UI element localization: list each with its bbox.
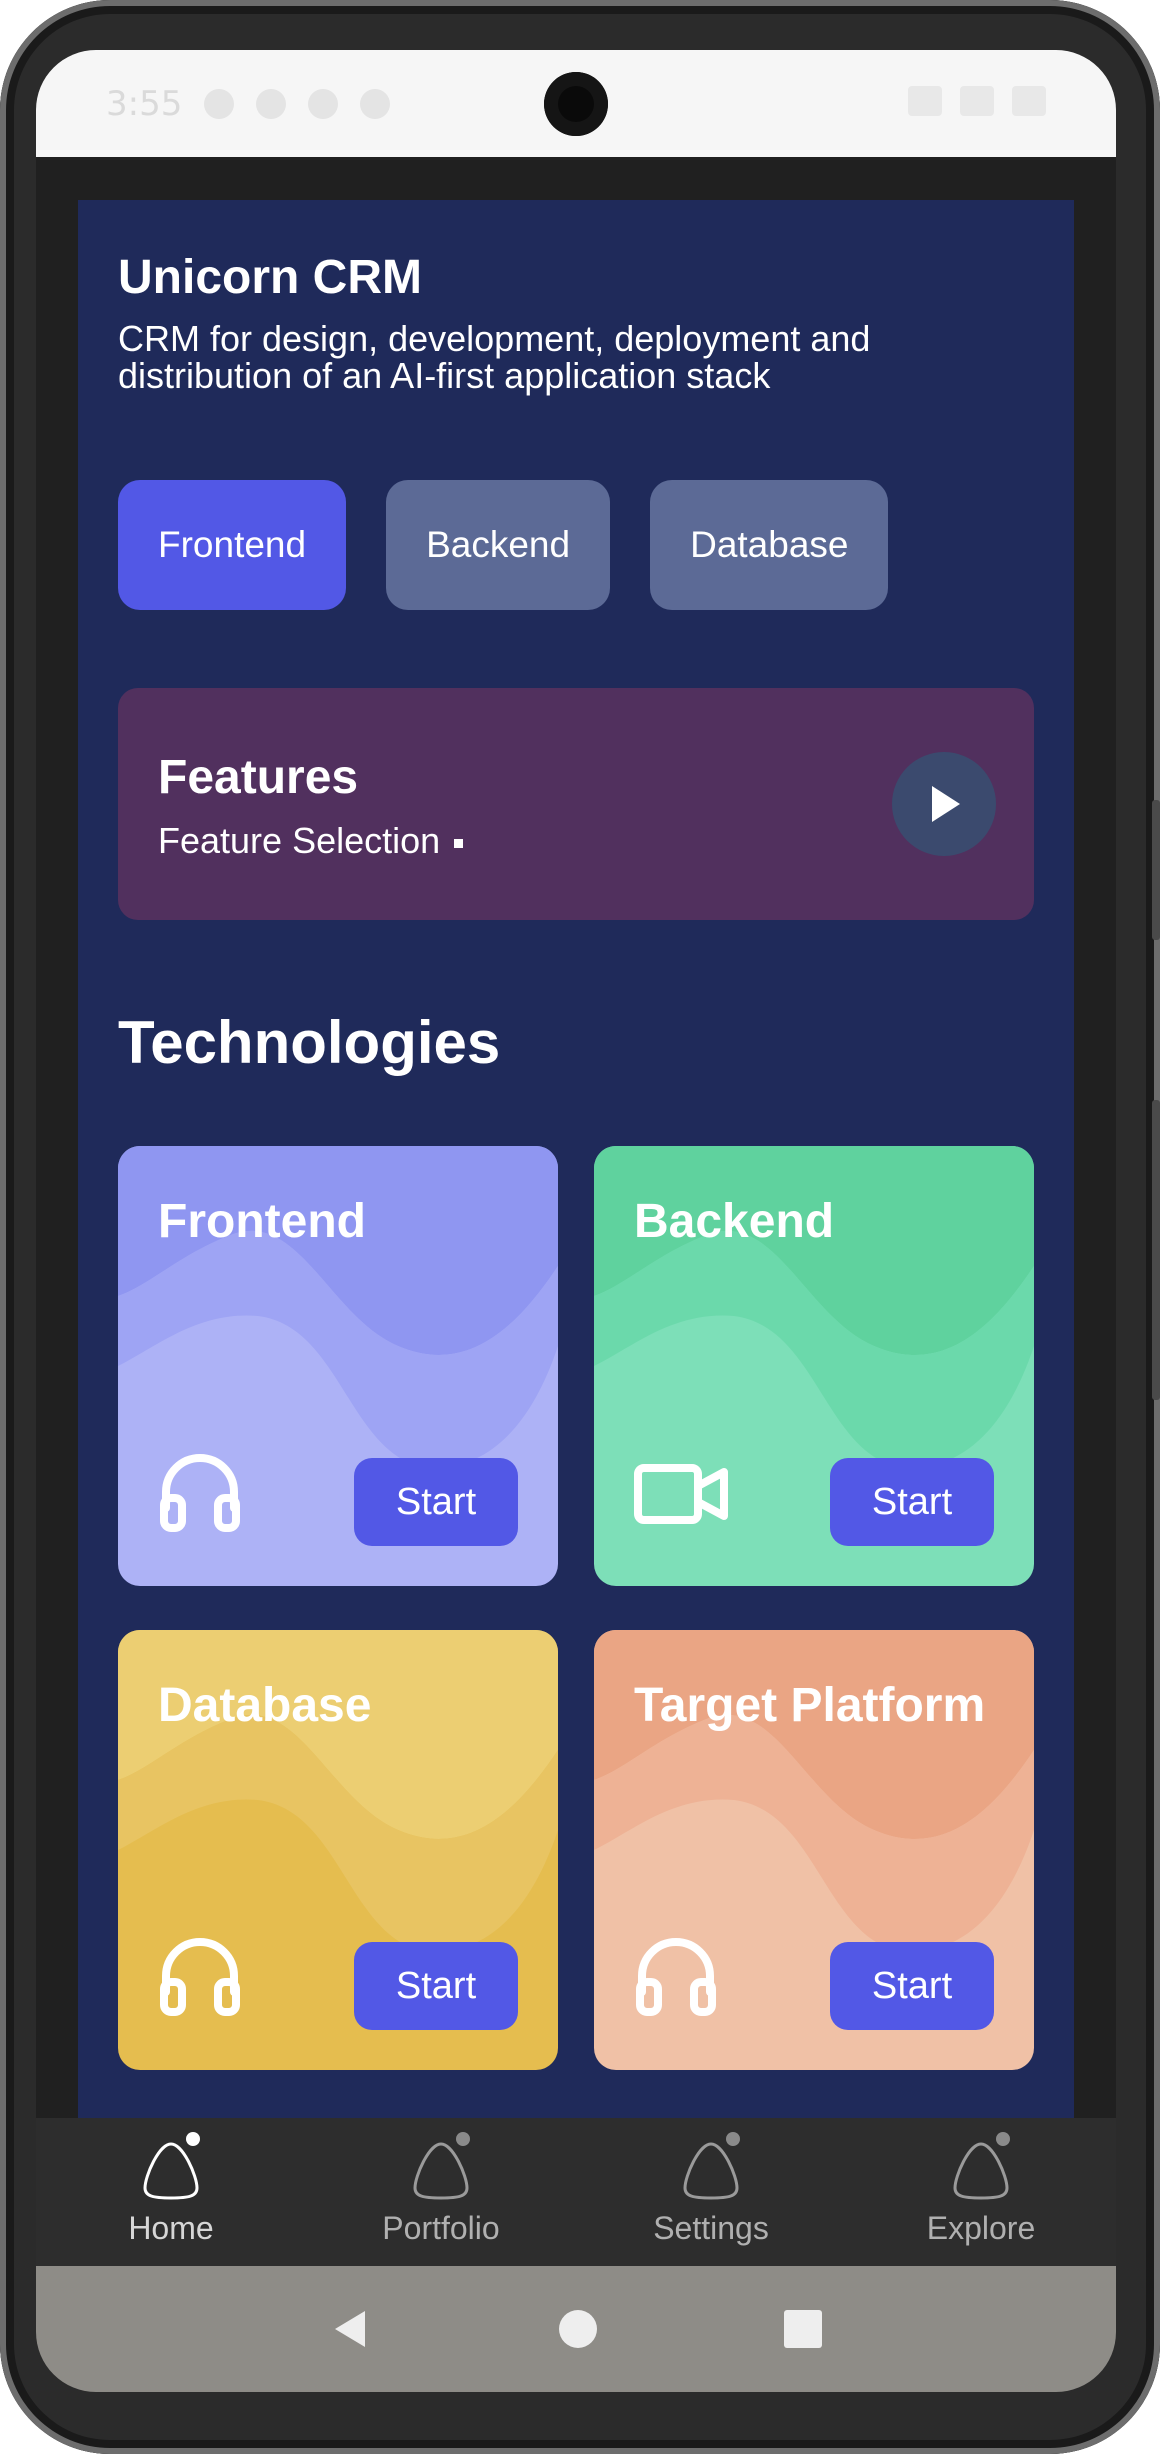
tab-backend[interactable]: Backend: [386, 480, 611, 610]
nav-item-portfolio[interactable]: Portfolio: [306, 2118, 576, 2266]
app-title: Unicorn CRM: [118, 251, 422, 304]
chat-icon: [204, 88, 235, 119]
category-tabs: Frontend Backend Database: [118, 480, 889, 610]
tech-card-frontend[interactable]: Frontend Start: [118, 1146, 558, 1586]
nav-indicator-dot: [996, 2132, 1010, 2146]
nav-label: Explore: [926, 2210, 1036, 2246]
notification-icons: [204, 88, 391, 119]
power-button: [1152, 1100, 1160, 1400]
home-circle-icon[interactable]: [558, 2309, 598, 2349]
status-time: 3:55: [106, 83, 183, 124]
system-navigation-bar: [36, 2266, 1116, 2392]
bottom-navigation: Home Portfolio Settings Explore: [36, 2118, 1116, 2266]
nav-indicator-dot: [456, 2132, 470, 2146]
recents-icon[interactable]: [783, 2309, 823, 2349]
video-camera-icon: [634, 1464, 728, 1524]
volume-button: [1152, 800, 1160, 940]
start-button[interactable]: Start: [354, 1942, 518, 2030]
headphones-icon: [160, 1454, 240, 1532]
portfolio-icon: [413, 2142, 469, 2200]
status-bar: 3:55: [36, 50, 1116, 157]
tech-card-backend[interactable]: Backend Start: [594, 1146, 1034, 1586]
nav-label: Portfolio: [382, 2210, 500, 2246]
nav-item-settings[interactable]: Settings: [576, 2118, 846, 2266]
nav-indicator-dot: [186, 2132, 200, 2146]
nav-label: Home: [128, 2210, 214, 2246]
back-icon[interactable]: [329, 2307, 373, 2351]
features-title: Features: [158, 751, 359, 804]
start-button[interactable]: Start: [354, 1458, 518, 1546]
app-subtitle: CRM for design, development, deployment …: [118, 318, 871, 396]
start-button[interactable]: Start: [830, 1942, 994, 2030]
play-icon: [932, 786, 960, 822]
explore-icon: [953, 2142, 1009, 2200]
headphones-icon: [636, 1938, 716, 2016]
start-button[interactable]: Start: [830, 1458, 994, 1546]
home-icon: [143, 2142, 199, 2200]
battery-icon: [1012, 86, 1046, 116]
card-title: Database: [158, 1679, 372, 1732]
card-title: Backend: [634, 1195, 835, 1248]
features-subtitle: Feature Selection: [158, 820, 441, 861]
nav-indicator-dot: [726, 2132, 740, 2146]
nav-item-explore[interactable]: Explore: [846, 2118, 1116, 2266]
nav-label: Settings: [653, 2210, 769, 2246]
app-content: Unicorn CRM CRM for design, development,…: [78, 200, 1074, 2170]
tech-card-database[interactable]: Database Start: [118, 1630, 558, 2070]
nav-item-home[interactable]: Home: [36, 2118, 306, 2266]
section-title: Technologies: [118, 1009, 501, 1076]
front-camera: [544, 72, 608, 136]
signal-icon: [960, 86, 994, 116]
tech-card-target-platform[interactable]: Target Platform Start: [594, 1630, 1034, 2070]
screen: 3:55 Unicorn CRM CRM for design, develop…: [36, 50, 1116, 2392]
card-title: Target Platform: [634, 1679, 986, 1732]
settings-icon: [683, 2142, 739, 2200]
features-card[interactable]: Features Feature Selection: [118, 688, 1034, 920]
play-button[interactable]: [892, 752, 996, 856]
features-subtitle-row: Feature Selection: [158, 820, 464, 862]
location-icon: [256, 88, 287, 119]
headphones-icon: [160, 1938, 240, 2016]
tab-frontend[interactable]: Frontend: [118, 480, 347, 610]
wifi-icon: [908, 86, 942, 116]
status-dot: [454, 838, 464, 848]
card-title: Frontend: [158, 1195, 366, 1248]
phone-frame: 3:55 Unicorn CRM CRM for design, develop…: [0, 0, 1160, 2454]
system-icons: [908, 86, 1046, 116]
slack-icon: [360, 88, 391, 119]
link-icon: [308, 88, 339, 119]
tab-database[interactable]: Database: [650, 480, 889, 610]
